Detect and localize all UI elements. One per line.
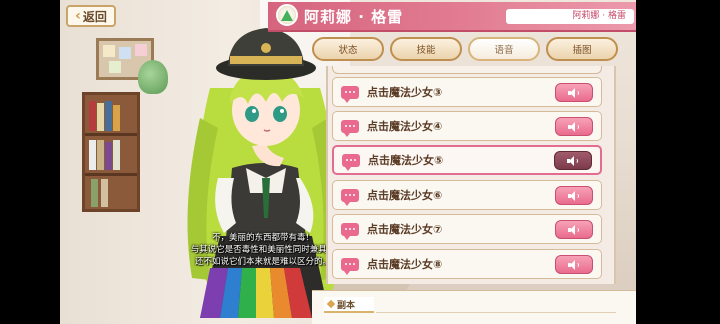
tab-bar: 状态 技能 语音 插图: [312, 37, 636, 63]
voice-item-label: 点击魔法少女④: [367, 120, 443, 133]
letterbox-right: [636, 0, 720, 324]
speech-bubble-icon: [341, 119, 359, 137]
voice-list-item[interactable]: 点击魔法少女⑧: [332, 249, 602, 279]
voice-list-previous-item: [332, 66, 602, 74]
section-header: 副本: [324, 297, 374, 313]
back-button[interactable]: ‹ 返回: [66, 5, 116, 27]
play-voice-button[interactable]: [555, 83, 593, 102]
speaker-icon: [568, 190, 580, 201]
dialogue-caption: 不，美丽的东西都带有毒！ 与其说它是否毒性和美丽性同时兼具， 还不如说它们本来就…: [178, 232, 348, 268]
voice-list-item[interactable]: 点击魔法少女③: [332, 77, 602, 107]
voice-item-label: 点击魔法少女⑧: [367, 258, 443, 271]
voice-item-label: 点击魔法少女⑦: [367, 223, 443, 236]
voice-item-label: 点击魔法少女⑤: [368, 154, 444, 167]
speaker-icon: [568, 224, 580, 235]
tab-voice[interactable]: 语音: [468, 37, 540, 61]
caption-line-3: 还不如说它们本来就是难以区分的。: [194, 257, 331, 267]
speech-bubble-icon: [342, 153, 360, 171]
tab-skills[interactable]: 技能: [390, 37, 462, 61]
voice-list-item-selected[interactable]: 点击魔法少女⑤: [332, 145, 602, 175]
speech-bubble-icon: [341, 257, 359, 275]
character-name: 阿莉娜 · 格雷: [304, 8, 404, 26]
caption-line-2: 与其说它是否毒性和美丽性同时兼具，: [190, 245, 336, 255]
speech-bubble-icon: [341, 222, 359, 240]
section-title: 副本: [337, 300, 356, 311]
play-voice-button[interactable]: [555, 255, 593, 274]
play-voice-button[interactable]: [555, 220, 593, 239]
back-label: 返回: [82, 9, 107, 24]
speech-bubble-icon: [341, 85, 359, 103]
voice-list-item[interactable]: 点击魔法少女⑦: [332, 214, 602, 244]
chevron-left-icon: ‹: [75, 8, 81, 24]
character-name-tag: 阿莉娜 · 格雷: [506, 9, 634, 24]
section-divider: [376, 312, 616, 313]
green-gem-icon: [276, 4, 298, 26]
voice-list-item[interactable]: 点击魔法少女④: [332, 111, 602, 141]
speaker-icon: [567, 155, 579, 166]
diamond-icon: [326, 299, 336, 309]
letterbox-left: [0, 0, 60, 324]
caption-line-1: 不，美丽的东西都带有毒！: [211, 233, 314, 243]
play-voice-button[interactable]: [555, 117, 593, 136]
play-voice-button[interactable]: [555, 186, 593, 205]
speaker-icon: [568, 121, 580, 132]
tab-illustration[interactable]: 插图: [546, 37, 618, 61]
speaker-icon: [568, 87, 580, 98]
speech-bubble-icon: [341, 188, 359, 206]
game-viewport: ‹ 返回 不，美丽的东西都带有毒！ 与其说它是否毒性和美丽性同时兼具， 还不如说…: [60, 0, 636, 324]
speaker-icon: [568, 259, 580, 270]
potted-plant: [138, 60, 168, 94]
voice-list-item[interactable]: 点击魔法少女⑥: [332, 180, 602, 210]
voice-item-label: 点击魔法少女③: [367, 86, 443, 99]
voice-item-label: 点击魔法少女⑥: [367, 189, 443, 202]
tab-status[interactable]: 状态: [312, 37, 384, 61]
play-voice-button[interactable]: [554, 151, 592, 170]
bookshelf: [82, 92, 140, 212]
